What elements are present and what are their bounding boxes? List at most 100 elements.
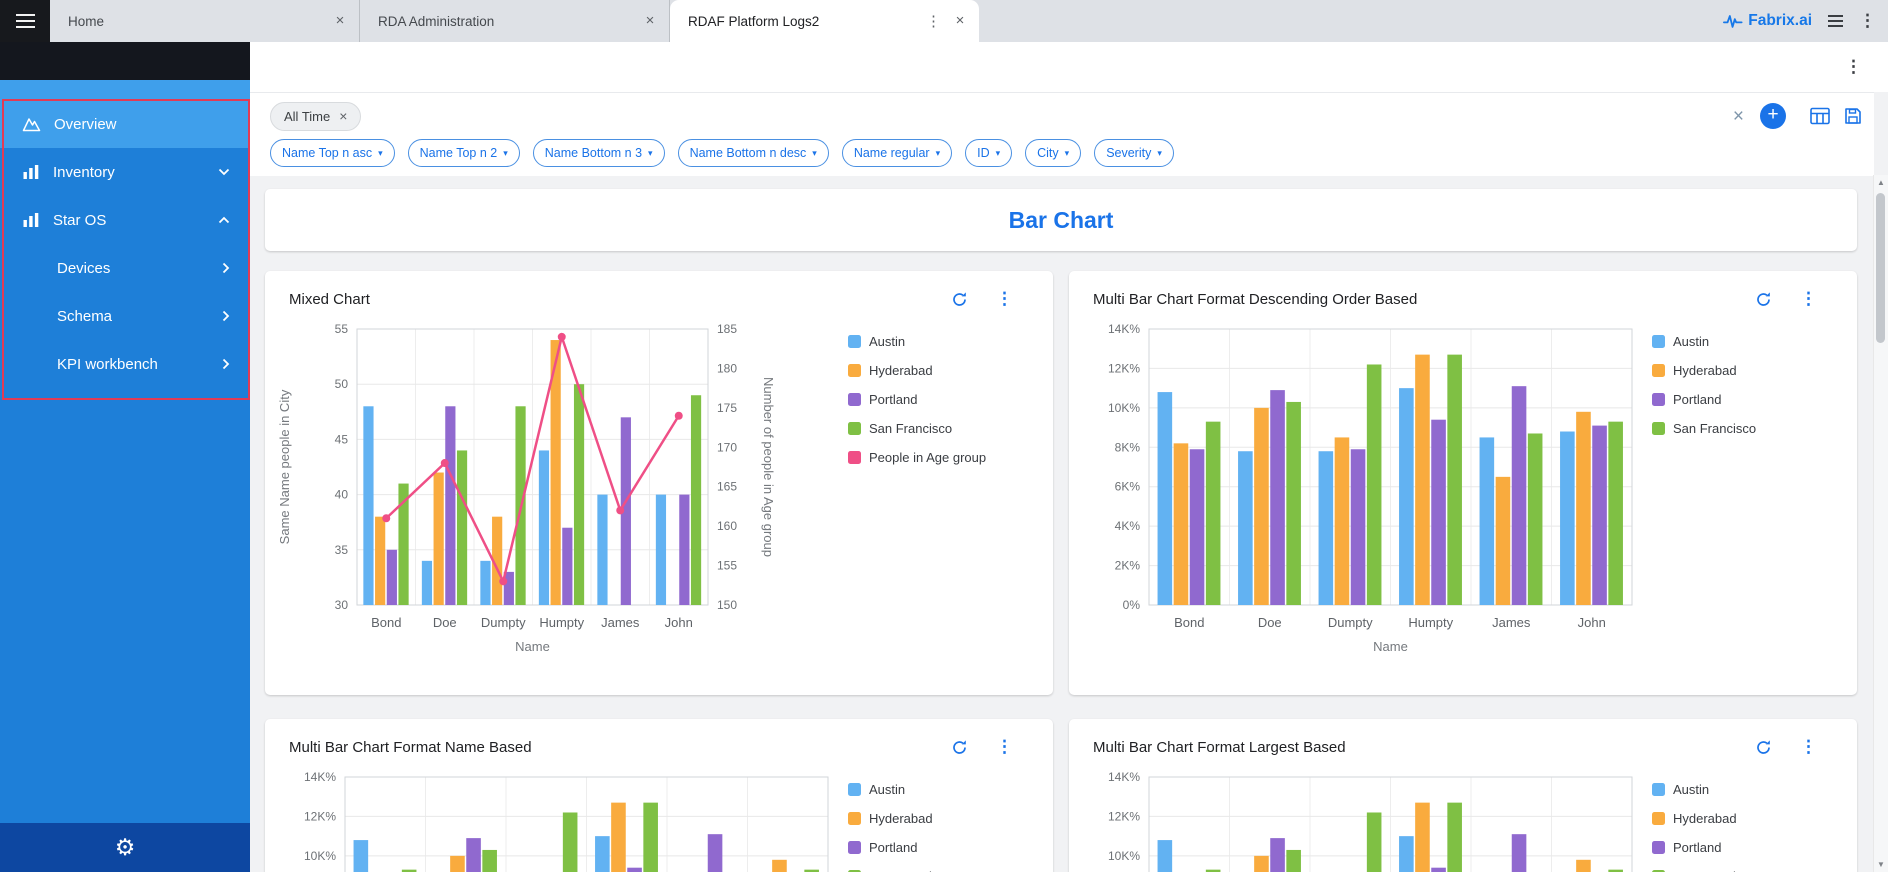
chevron-down-icon: ▾ [1065,148,1070,159]
filter-pill-name-top-n-2[interactable]: Name Top n 2▾ [408,139,520,167]
svg-text:6K%: 6K% [1115,480,1141,494]
sidebar-item-schema[interactable]: Schema [0,292,250,340]
refresh-icon[interactable] [1755,739,1772,756]
pill-label: Name Bottom n 3 [545,146,642,160]
browser-kebab-icon[interactable]: ⋮ [1859,11,1876,31]
browser-tab-0[interactable]: Home × [50,0,360,42]
scroll-down-icon[interactable]: ▼ [1874,860,1888,869]
kebab-menu-icon[interactable]: ⋮ [1800,737,1817,757]
chevron-down-icon: ▾ [1157,148,1162,159]
filter-pill-name-top-n-asc[interactable]: Name Top n asc▾ [270,139,395,167]
svg-text:10K%: 10K% [1108,401,1140,415]
sidebar-item-inventory[interactable]: Inventory [0,148,250,196]
pulse-icon [1723,13,1743,29]
legend-item-portland[interactable]: Portland [848,385,1018,414]
legend-item-san-francisco[interactable]: San Francisco [848,414,1018,443]
gear-icon[interactable]: ⚙ [115,836,136,859]
legend-item-austin[interactable]: Austin [1652,775,1822,804]
chart-legend: AustinHyderabad Portland San Francisco [848,763,1018,872]
pill-label: Name Top n 2 [420,146,498,160]
sidebar: Overview InventoryStar OSDevicesSchema KPI… [0,42,250,872]
filter-pill-severity[interactable]: Severity▾ [1094,139,1174,167]
filter-pill-name-regular[interactable]: Name regular▾ [842,139,952,167]
charts-grid: Mixed Chart ⋮ 55504540353018518017517016… [265,271,1888,872]
kebab-menu-icon[interactable]: ⋮ [1800,289,1817,309]
brand-label: Fabrix.ai [1748,12,1812,30]
tab-close-icon[interactable]: × [641,12,659,30]
chart-card-name-based: Multi Bar Chart Format Name Based ⋮ 14K%… [265,719,1053,872]
page-title: Bar Chart [1009,207,1114,234]
legend-item-hyderabad[interactable]: Hyderabad [1652,804,1822,833]
legend-item-hyderabad[interactable]: Hyderabad [848,804,1018,833]
svg-text:14K%: 14K% [1108,322,1140,336]
legend-item-people-in-age-group[interactable]: People in Age group [848,443,1018,472]
add-filter-button[interactable]: + [1760,103,1786,129]
legend-item-austin[interactable]: Austin [848,775,1018,804]
table-view-icon[interactable] [1810,107,1830,125]
chart-card-mixed: Mixed Chart ⋮ 55504540353018518017517016… [265,271,1053,695]
legend-item-portland[interactable]: Portland [1652,833,1822,862]
sidebar-item-devices[interactable]: Devices [0,244,250,292]
legend-label: Portland [869,840,917,855]
sidebar-item-star-os[interactable]: Star OS [0,196,250,244]
svg-text:Humpty: Humpty [1408,615,1453,630]
legend-swatch [848,841,861,854]
refresh-icon[interactable] [1755,291,1772,308]
chart-card-largest-based: Multi Bar Chart Format Largest Based ⋮ 1… [1069,719,1857,872]
filter-pill-id[interactable]: ID▾ [965,139,1012,167]
filter-pill-name-bottom-n-3[interactable]: Name Bottom n 3 ▾ [533,139,665,167]
chart-title: Mixed Chart [289,291,951,308]
save-icon[interactable] [1844,107,1862,125]
kebab-menu-icon[interactable]: ⋮ [996,289,1013,309]
tab-kebab-icon[interactable]: ⋮ [926,12,941,30]
kebab-menu-icon[interactable]: ⋮ [996,737,1013,757]
bar-chart-canvas: 14K%12K%10K%8K%6K%4K%2K%0%BondDoeDumptyH… [1077,763,1652,872]
refresh-icon[interactable] [951,291,968,308]
chart-title: Multi Bar Chart Format Largest Based [1093,739,1755,756]
sidebar-item-overview[interactable]: Overview [0,100,250,148]
sidebar-item-kpi-workbench[interactable]: KPI workbench [0,340,250,388]
vertical-scrollbar[interactable]: ▲ ▼ [1873,175,1888,872]
sidebar-item-label: KPI workbench [57,356,158,373]
browser-tab-2[interactable]: RDAF Platform Logs2⋮× [670,0,979,42]
browser-tab-1[interactable]: RDA Administration× [360,0,670,42]
clear-filters-icon[interactable]: × [1733,107,1744,126]
sidebar-footer: ⚙ [0,823,250,872]
chip-close-icon[interactable]: × [339,108,347,124]
legend-item-san-francisco[interactable]: San Francisco [1652,862,1822,872]
svg-text:180: 180 [717,361,737,375]
legend-item-hyderabad[interactable]: Hyderabad [1652,356,1822,385]
scroll-up-icon[interactable]: ▲ [1874,178,1888,187]
list-menu-icon[interactable] [1828,15,1843,27]
legend-item-hyderabad[interactable]: Hyderabad [848,356,1018,385]
tab-close-icon[interactable]: × [331,12,349,30]
svg-text:14K%: 14K% [304,770,336,784]
legend-item-portland[interactable]: Portland [848,833,1018,862]
svg-text:4K%: 4K% [1115,519,1141,533]
hamburger-menu-icon[interactable] [0,0,50,42]
legend-label: Portland [869,392,917,407]
chevron-down-icon: ▾ [648,148,653,159]
page-kebab-icon[interactable]: ⋮ [1845,57,1862,77]
tab-close-icon[interactable]: × [951,12,969,30]
svg-text:John: John [1578,615,1606,630]
legend-item-austin[interactable]: Austin [848,327,1018,356]
refresh-icon[interactable] [951,739,968,756]
sidebar-item-label: Overview [54,116,117,133]
legend-item-san-francisco[interactable]: San Francisco [1652,414,1822,443]
svg-text:Name: Name [515,639,550,654]
legend-label: People in Age group [869,450,986,465]
time-filter-chip[interactable]: All Time × [270,102,361,131]
page-title-card: Bar Chart [265,189,1857,251]
legend-item-san-francisco[interactable]: San Francisco [848,862,1018,872]
svg-text:Bond: Bond [371,615,401,630]
filter-pill-city[interactable]: City▾ [1025,139,1081,167]
chevron-right-icon [222,310,230,322]
scrollbar-thumb[interactable] [1876,193,1885,343]
svg-text:30: 30 [335,598,349,612]
legend-item-austin[interactable]: Austin [1652,327,1822,356]
tab-label: Home [68,14,323,29]
sidebar-nav: Overview InventoryStar OSDevicesSchema KPI… [0,100,250,388]
filter-pill-name-bottom-n-desc[interactable]: Name Bottom n desc▾ [678,139,829,167]
legend-item-portland[interactable]: Portland [1652,385,1822,414]
